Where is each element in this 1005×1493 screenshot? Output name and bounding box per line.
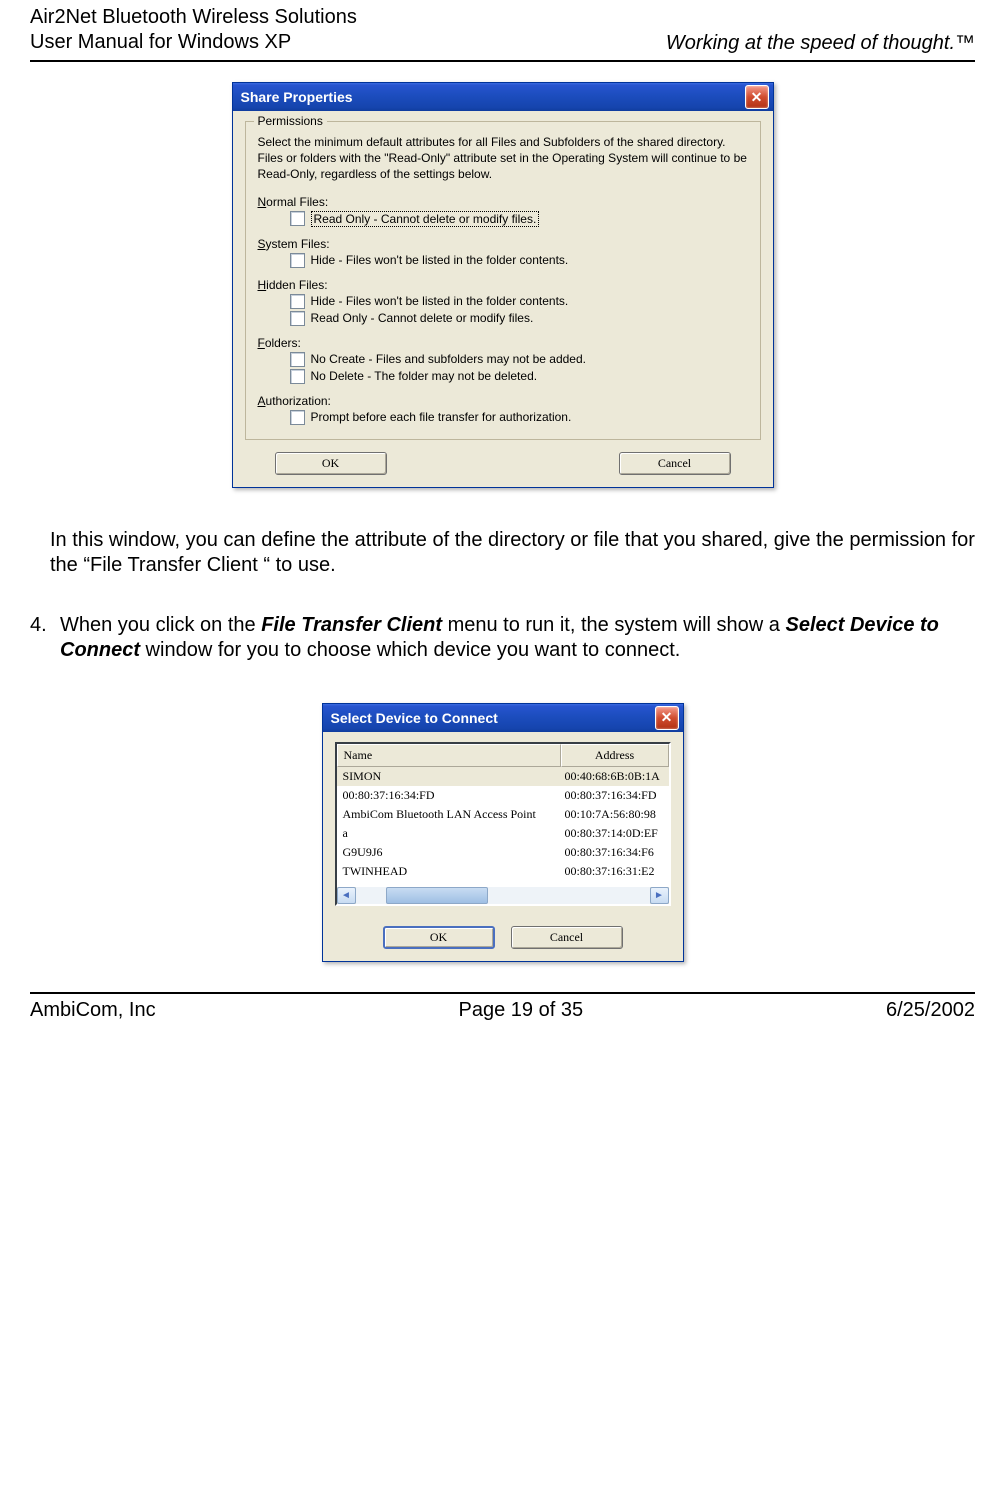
- device-address-cell: 00:80:37:14:0D:EF: [559, 824, 669, 843]
- scroll-thumb[interactable]: [386, 887, 488, 904]
- footer-left: AmbiCom, Inc: [30, 999, 156, 1022]
- checkbox-icon[interactable]: [290, 352, 305, 367]
- checkbox-icon[interactable]: [290, 253, 305, 268]
- authorization-label: Authorization:: [258, 394, 748, 408]
- close-icon[interactable]: ✕: [655, 706, 679, 730]
- footer-center: Page 19 of 35: [459, 999, 584, 1022]
- ok-button[interactable]: OK: [383, 926, 495, 949]
- step-4: 4. When you click on the File Transfer C…: [30, 613, 975, 663]
- header-tagline: Working at the speed of thought.™: [666, 32, 975, 55]
- ok-button[interactable]: OK: [275, 452, 387, 475]
- scroll-right-icon[interactable]: ►: [650, 887, 669, 904]
- dialog-titlebar[interactable]: Share Properties ✕: [233, 83, 773, 111]
- folders-nodelete-label: No Delete - The folder may not be delete…: [311, 369, 538, 383]
- device-address-cell: 00:80:37:16:34:FD: [559, 786, 669, 805]
- folders-nocreate-label: No Create - Files and subfolders may not…: [311, 352, 586, 366]
- checkbox-icon[interactable]: [290, 211, 305, 226]
- device-address-cell: 00:40:68:6B:0B:1A: [559, 767, 669, 786]
- step-text: When you click on the File Transfer Clie…: [60, 613, 975, 663]
- list-header: Name Address: [337, 744, 669, 767]
- table-row[interactable]: G9U9J600:80:37:16:34:F6: [337, 843, 669, 862]
- auth-prompt-row[interactable]: Prompt before each file transfer for aut…: [290, 410, 748, 425]
- scroll-track[interactable]: [356, 887, 650, 904]
- normal-files-label: Normal Files:: [258, 195, 748, 209]
- share-properties-dialog: Share Properties ✕ Permissions Select th…: [232, 82, 774, 488]
- step-number: 4.: [30, 613, 50, 663]
- device-address-cell: 00:80:37:16:31:E2: [559, 862, 669, 881]
- checkbox-icon[interactable]: [290, 369, 305, 384]
- explanation-paragraph: In this window, you can define the attri…: [50, 528, 975, 578]
- hidden-files-label: Hidden Files:: [258, 278, 748, 292]
- page-header: Air2Net Bluetooth Wireless Solutions Use…: [30, 0, 975, 62]
- page-footer: AmbiCom, Inc Page 19 of 35 6/25/2002: [30, 992, 975, 1022]
- device-name-cell: AmbiCom Bluetooth LAN Access Point: [337, 805, 559, 824]
- table-row[interactable]: AmbiCom Bluetooth LAN Access Point00:10:…: [337, 805, 669, 824]
- horizontal-scrollbar[interactable]: ◄ ►: [337, 887, 669, 904]
- table-row[interactable]: SIMON00:40:68:6B:0B:1A: [337, 767, 669, 786]
- header-line1: Air2Net Bluetooth Wireless Solutions: [30, 5, 357, 30]
- permissions-groupbox: Permissions Select the minimum default a…: [245, 121, 761, 440]
- dialog-title: Select Device to Connect: [331, 710, 498, 726]
- footer-right: 6/25/2002: [886, 999, 975, 1022]
- table-row[interactable]: 00:80:37:16:34:FD00:80:37:16:34:FD: [337, 786, 669, 805]
- device-address-cell: 00:10:7A:56:80:98: [559, 805, 669, 824]
- groupbox-title: Permissions: [254, 114, 327, 128]
- permissions-description: Select the minimum default attributes fo…: [258, 134, 748, 183]
- header-line2: User Manual for Windows XP: [30, 30, 357, 55]
- table-row[interactable]: TWINHEAD00:80:37:16:31:E2: [337, 862, 669, 881]
- normal-readonly-label: Read Only - Cannot delete or modify file…: [311, 211, 540, 227]
- folders-nocreate-row[interactable]: No Create - Files and subfolders may not…: [290, 352, 748, 367]
- dialog-title: Share Properties: [241, 89, 353, 105]
- hidden-hide-label: Hide - Files won't be listed in the fold…: [311, 294, 569, 308]
- scroll-left-icon[interactable]: ◄: [337, 887, 356, 904]
- device-name-cell: G9U9J6: [337, 843, 559, 862]
- checkbox-icon[interactable]: [290, 410, 305, 425]
- folders-nodelete-row[interactable]: No Delete - The folder may not be delete…: [290, 369, 748, 384]
- device-listbox[interactable]: Name Address SIMON00:40:68:6B:0B:1A00:80…: [335, 742, 671, 906]
- system-hide-row[interactable]: Hide - Files won't be listed in the fold…: [290, 253, 748, 268]
- cancel-button[interactable]: Cancel: [511, 926, 623, 949]
- select-device-dialog: Select Device to Connect ✕ Name Address …: [322, 703, 684, 962]
- hidden-hide-row[interactable]: Hide - Files won't be listed in the fold…: [290, 294, 748, 309]
- close-icon[interactable]: ✕: [745, 85, 769, 109]
- device-name-cell: 00:80:37:16:34:FD: [337, 786, 559, 805]
- column-header-address[interactable]: Address: [561, 744, 669, 767]
- cancel-button[interactable]: Cancel: [619, 452, 731, 475]
- hidden-readonly-row[interactable]: Read Only - Cannot delete or modify file…: [290, 311, 748, 326]
- header-title-block: Air2Net Bluetooth Wireless Solutions Use…: [30, 5, 357, 55]
- folders-label: Folders:: [258, 336, 748, 350]
- system-hide-label: Hide - Files won't be listed in the fold…: [311, 253, 569, 267]
- checkbox-icon[interactable]: [290, 311, 305, 326]
- auth-prompt-label: Prompt before each file transfer for aut…: [311, 410, 572, 424]
- device-name-cell: TWINHEAD: [337, 862, 559, 881]
- table-row[interactable]: a00:80:37:14:0D:EF: [337, 824, 669, 843]
- device-name-cell: a: [337, 824, 559, 843]
- device-address-cell: 00:80:37:16:34:F6: [559, 843, 669, 862]
- file-transfer-client-term: File Transfer Client: [261, 614, 442, 636]
- dialog-titlebar[interactable]: Select Device to Connect ✕: [323, 704, 683, 732]
- hidden-readonly-label: Read Only - Cannot delete or modify file…: [311, 311, 534, 325]
- device-name-cell: SIMON: [337, 767, 559, 786]
- checkbox-icon[interactable]: [290, 294, 305, 309]
- system-files-label: System Files:: [258, 237, 748, 251]
- normal-readonly-row[interactable]: Read Only - Cannot delete or modify file…: [290, 211, 748, 227]
- column-header-name[interactable]: Name: [337, 744, 561, 767]
